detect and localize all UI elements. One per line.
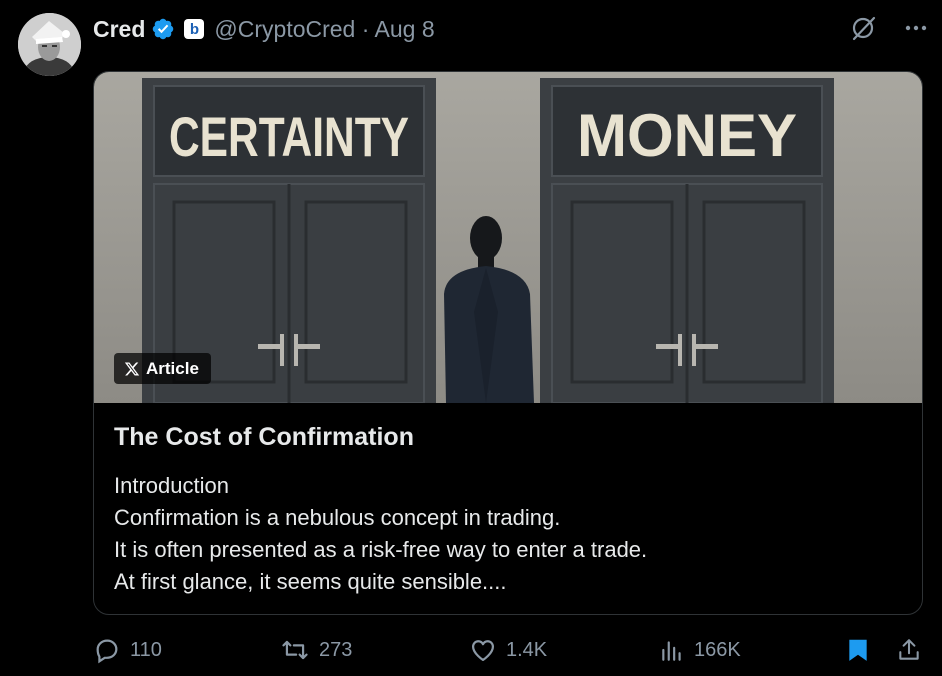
views-count: 166K xyxy=(694,638,741,661)
like-icon xyxy=(471,640,495,662)
article-excerpt: Introduction Confirmation is a nebulous … xyxy=(114,470,647,598)
repost-icon xyxy=(282,640,308,660)
excerpt-line: Confirmation is a nebulous concept in tr… xyxy=(114,505,561,530)
reply-count: 110 xyxy=(130,638,162,661)
like-button[interactable]: 1.4K xyxy=(469,636,547,664)
more-icon[interactable] xyxy=(904,16,928,40)
grok-icon[interactable] xyxy=(850,14,878,42)
article-pill: Article xyxy=(114,353,211,384)
article-title[interactable]: The Cost of Confirmation xyxy=(114,423,414,452)
excerpt-line: It is often presented as a risk-free way… xyxy=(114,537,648,562)
x-logo-icon xyxy=(124,362,140,375)
bookmark-button[interactable] xyxy=(845,636,871,664)
image-sign-right: MONEY xyxy=(577,102,797,169)
like-count: 1.4K xyxy=(506,638,548,661)
avatar[interactable] xyxy=(18,13,81,76)
bookmark-icon xyxy=(849,639,867,661)
share-icon xyxy=(899,639,919,660)
affiliate-badge[interactable]: b xyxy=(184,19,205,39)
tweet-header: Cred b @CryptoCred · Aug 8 xyxy=(93,14,435,44)
share-button[interactable] xyxy=(896,636,922,664)
excerpt-line: Introduction xyxy=(114,473,229,498)
views-button[interactable]: 166K xyxy=(659,636,741,664)
verified-icon[interactable] xyxy=(151,17,175,41)
image-sign-left: CERTAINTY xyxy=(169,105,409,168)
handle-and-date[interactable]: @CryptoCred · Aug 8 xyxy=(214,16,434,43)
author-name[interactable]: Cred xyxy=(93,16,145,43)
reply-button[interactable]: 110 xyxy=(93,636,162,664)
excerpt-line: At first glance, it seems quite sensible… xyxy=(114,569,507,594)
repost-button[interactable]: 273 xyxy=(280,636,352,664)
article-pill-label: Article xyxy=(146,358,199,378)
article-cover-image: CERTAINTY MONEY xyxy=(94,72,922,403)
badge-letter: b xyxy=(189,20,199,38)
repost-count: 273 xyxy=(319,638,353,661)
reply-icon xyxy=(96,639,118,664)
views-icon xyxy=(662,641,681,661)
article-card[interactable]: CERTAINTY MONEY Article The Cost of Conf… xyxy=(93,71,923,615)
action-bar: 110 273 1.4K 166K xyxy=(93,636,928,666)
